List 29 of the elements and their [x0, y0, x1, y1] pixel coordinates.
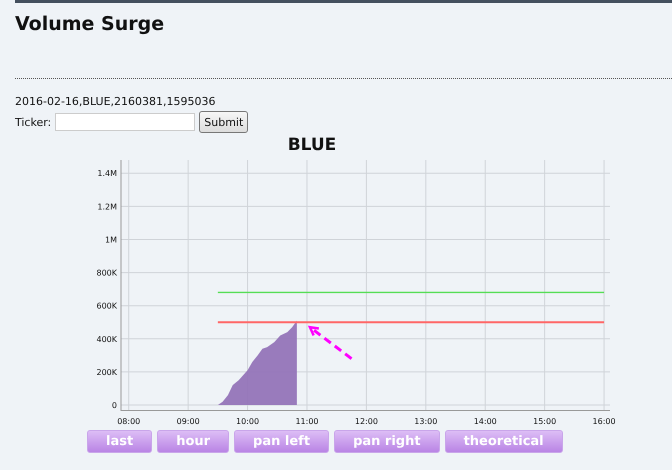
y-tick-label: 1.2M: [97, 202, 117, 212]
y-tick-label: 800K: [96, 268, 117, 278]
chart-title: BLUE: [286, 135, 338, 155]
y-tick-label: 0: [112, 401, 117, 410]
y-tick-label: 1M: [105, 235, 117, 244]
chart-button[interactable]: last: [87, 430, 152, 453]
chart-button[interactable]: theoretical: [444, 430, 563, 453]
ticker-label: Ticker:: [15, 116, 52, 128]
submit-button[interactable]: Submit: [199, 111, 248, 133]
x-tick-label: 12:00: [354, 417, 378, 426]
data-line: 2016-02-16,BLUE,2160381,1595036: [15, 94, 217, 109]
chart-button[interactable]: hour: [157, 430, 230, 453]
y-tick-label: 600K: [96, 302, 117, 311]
ticker-input[interactable]: [55, 113, 196, 131]
x-tick-label: 09:00: [176, 417, 200, 426]
x-tick-label: 10:00: [236, 417, 260, 426]
chart-button[interactable]: pan left: [234, 430, 330, 453]
y-tick-label: 200K: [96, 368, 117, 377]
x-tick-label: 11:00: [295, 417, 318, 426]
annotation-arrow: [308, 326, 352, 360]
page-title: Volume Surge: [15, 12, 166, 36]
y-tick-label: 400K: [96, 334, 117, 344]
x-tick-label: 16:00: [592, 417, 616, 426]
x-tick-label: 15:00: [533, 417, 556, 426]
x-tick-label: 08:00: [117, 417, 140, 426]
chart-button[interactable]: pan right: [334, 430, 440, 453]
y-tick-label: 1.4M: [97, 169, 117, 178]
x-tick-label: 14:00: [474, 417, 497, 426]
x-tick-label: 13:00: [414, 417, 438, 426]
